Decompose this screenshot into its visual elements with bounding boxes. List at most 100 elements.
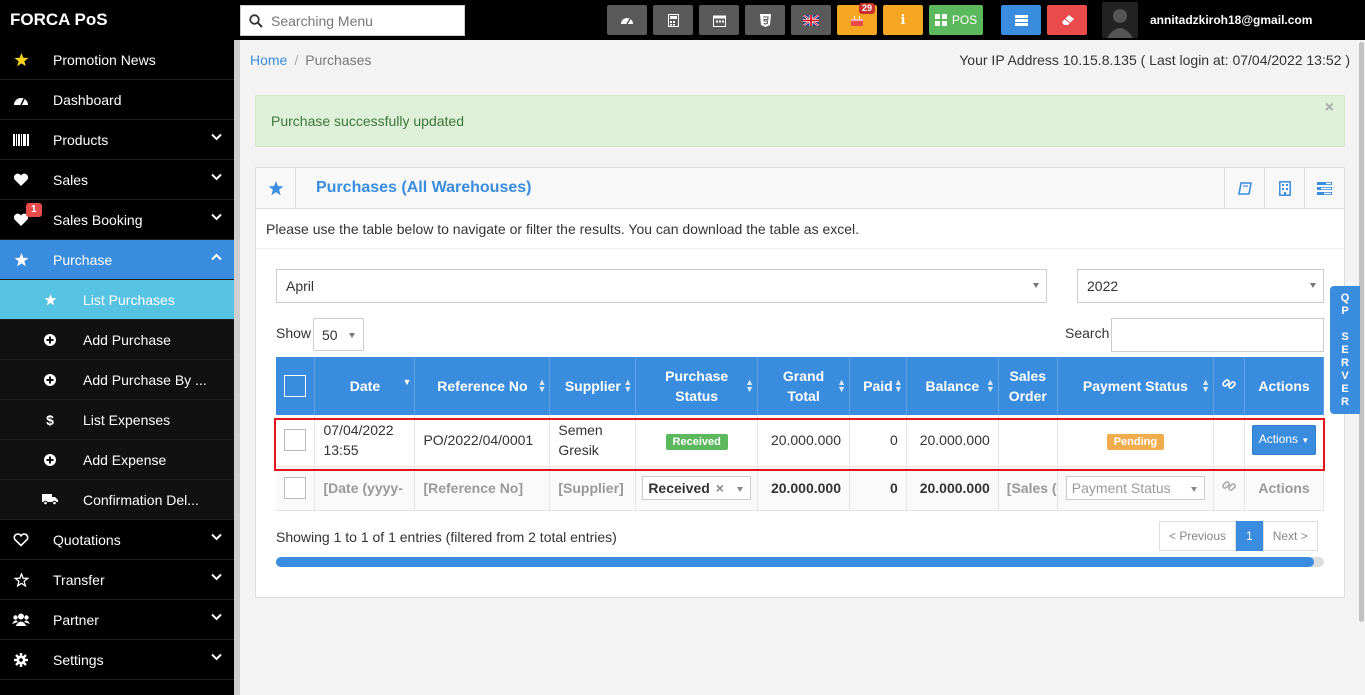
building-button[interactable] <box>1264 168 1304 208</box>
sidebar-item-dashboard[interactable]: Dashboard <box>0 80 234 120</box>
purchase-status-filter-select[interactable]: Received × <box>642 476 752 500</box>
actions-dropdown-button[interactable]: Actions ▼ <box>1251 425 1317 456</box>
avatar <box>1102 2 1138 38</box>
month-select[interactable]: April <box>276 269 1047 303</box>
header-label-line1: Grand <box>782 368 825 384</box>
header-label: Paid <box>863 378 893 394</box>
brand-logo[interactable]: FORCA PoS <box>10 10 108 30</box>
footer-reference-filter[interactable]: [Reference No] <box>414 466 551 511</box>
pos-button[interactable]: POS <box>929 5 983 35</box>
column-header-purchase-status[interactable]: Purchase Status ▲ ▼ <box>635 357 759 415</box>
calendar-button[interactable] <box>699 5 739 35</box>
month-select-value: April <box>286 278 315 294</box>
info-button[interactable]: i <box>883 5 923 35</box>
sidebar-item-sales-booking[interactable]: 1 Sales Booking <box>0 200 234 240</box>
theme-css-button[interactable] <box>745 5 785 35</box>
year-select[interactable]: 2022 <box>1077 269 1324 303</box>
sidebar-subitem-add-purchase-by[interactable]: Add Purchase By ... <box>0 360 234 400</box>
footer-payment-status-filter[interactable]: Payment Status <box>1057 466 1215 511</box>
row-checkbox[interactable] <box>284 429 307 452</box>
sidebar-subitem-list-purchases[interactable]: List Purchases <box>0 280 234 320</box>
column-header-paid[interactable]: Paid ▲ ▼ <box>849 357 907 415</box>
qp-server-letter <box>1343 318 1346 331</box>
payment-status-filter-select[interactable]: Payment Status <box>1065 476 1206 500</box>
chevron-down-icon <box>211 573 222 581</box>
alert-message: Purchase successfully updated <box>271 113 464 129</box>
footer-purchase-status-filter[interactable]: Received × <box>635 466 759 511</box>
chevron-down-icon <box>211 213 222 221</box>
sidebar-item-quotations[interactable]: Quotations <box>0 520 234 560</box>
column-header-sales-order[interactable]: Sales Order <box>998 357 1058 415</box>
columns-toggle-button[interactable] <box>1304 168 1344 208</box>
footer-supplier-filter[interactable]: [Supplier] <box>549 466 637 511</box>
date-line1: 07/04/2022 <box>323 422 394 439</box>
table-scroll-progress[interactable] <box>276 557 1324 567</box>
pos-label: POS <box>951 13 978 27</box>
page-size-select[interactable]: 50 <box>313 318 364 351</box>
row-select-cell <box>276 415 316 467</box>
notification-count-badge: 29 <box>858 3 875 14</box>
user-email: annitadzkiroh18@gmail.com <box>1150 13 1313 27</box>
footer-link-cell <box>1213 466 1246 511</box>
sidebar-item-label: Sales <box>53 171 89 188</box>
breadcrumb: Home / Purchases <box>250 52 371 68</box>
column-header-balance[interactable]: Balance ▲ ▼ <box>906 357 999 415</box>
column-header-link <box>1213 357 1246 415</box>
sidebar-item-transfer[interactable]: Transfer <box>0 560 234 600</box>
cell-balance: 20.000.000 <box>906 415 999 467</box>
panel-header: Purchases (All Warehouses) <box>256 168 1344 209</box>
list-button[interactable] <box>1001 5 1041 35</box>
sidebar-item-products[interactable]: Products <box>0 120 234 160</box>
sidebar-subitem-add-expense[interactable]: Add Expense <box>0 440 234 480</box>
sidebar-subitem-label: Add Purchase By ... <box>83 371 207 388</box>
clear-icon[interactable]: × <box>716 478 724 498</box>
footer-date-filter[interactable]: [Date (yyyy- <box>314 466 416 511</box>
caret-down-icon: ▼ <box>1301 436 1310 446</box>
footer-checkbox[interactable] <box>284 477 307 499</box>
table-search-input[interactable] <box>1111 318 1324 352</box>
menu-search-input[interactable]: Searching Menu <box>240 5 465 36</box>
calculator-button[interactable] <box>653 5 693 35</box>
language-button[interactable] <box>791 5 831 35</box>
sidebar-subitem-list-expenses[interactable]: $ List Expenses <box>0 400 234 440</box>
select-all-checkbox[interactable] <box>284 375 307 397</box>
sidebar-item-settings[interactable]: Settings <box>0 640 234 680</box>
caret-down-icon <box>1191 487 1198 492</box>
chevron-down-icon <box>211 653 222 661</box>
purchases-table: Date ▼ Reference No ▲ ▼ Supplier ▲ ▼ Purchase… <box>276 357 1324 511</box>
book-button[interactable] <box>1224 168 1264 208</box>
purchase-submenu: List Purchases Add Purchase Add Purchase… <box>0 280 234 520</box>
caret-down-icon <box>349 333 355 338</box>
column-header-grand-total[interactable]: Grand Total ▲ ▼ <box>757 357 851 415</box>
sidebar-subitem-confirmation-delivery[interactable]: Confirmation Del... <box>0 480 234 520</box>
footer-sales-order-filter[interactable]: [Sales ( <box>998 466 1058 511</box>
qp-server-side-tab[interactable]: QP SERVER <box>1330 286 1360 414</box>
sidebar-item-sales[interactable]: Sales <box>0 160 234 200</box>
header-label: Actions <box>1258 378 1310 394</box>
user-menu[interactable]: annitadzkiroh18@gmail.com <box>1102 2 1312 38</box>
sidebar-item-label: Products <box>53 131 109 148</box>
close-icon[interactable]: × <box>1325 99 1334 117</box>
column-header-reference-no[interactable]: Reference No ▲ ▼ <box>414 357 551 415</box>
sidebar-subitem-add-purchase[interactable]: Add Purchase <box>0 320 234 360</box>
sidebar-item-partner[interactable]: Partner <box>0 600 234 640</box>
sort-icon: ▲ ▼ <box>537 377 547 394</box>
pagination-page-1[interactable]: 1 <box>1236 521 1263 551</box>
table-row[interactable]: 07/04/2022 13:55 PO/2022/04/0001 Semen Gre… <box>276 415 1324 467</box>
sidebar-item-purchase[interactable]: Purchase <box>0 240 234 280</box>
header-label-line1: Purchase <box>665 368 729 384</box>
clear-data-button[interactable] <box>1047 5 1087 35</box>
column-header-actions: Actions <box>1244 357 1324 415</box>
notifications-button[interactable]: 29 <box>837 3 877 35</box>
panel-toolbar <box>1224 168 1344 208</box>
qp-server-letter: R <box>1341 356 1349 369</box>
pagination-previous[interactable]: < Previous <box>1159 521 1237 551</box>
column-header-payment-status[interactable]: Payment Status ▲ ▼ <box>1057 357 1215 415</box>
dashboard-icon <box>11 94 31 106</box>
column-header-supplier[interactable]: Supplier ▲ ▼ <box>549 357 637 415</box>
pagination-next[interactable]: Next > <box>1262 521 1318 551</box>
column-header-date[interactable]: Date ▼ <box>314 357 416 415</box>
sidebar-item-promotion-news[interactable]: Promotion News <box>0 40 234 80</box>
dashboard-shortcut-button[interactable] <box>607 5 647 35</box>
breadcrumb-home-link[interactable]: Home <box>250 52 287 68</box>
